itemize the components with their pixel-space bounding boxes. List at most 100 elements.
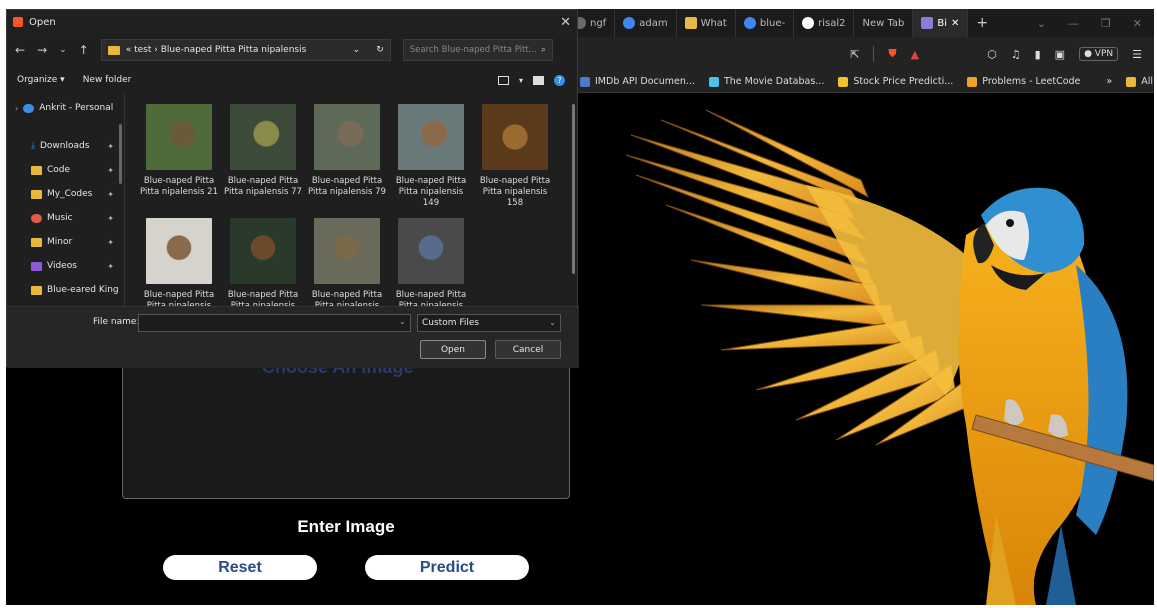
chevron-down-icon[interactable]: ▾ xyxy=(519,76,523,85)
file-thumbnail xyxy=(230,218,296,284)
file-item[interactable]: Blue-naped Pitta Pitta nipalensis 158 xyxy=(475,104,555,209)
folder-icon xyxy=(31,285,42,295)
file-grid-scrollbar[interactable] xyxy=(572,104,575,274)
search-icon: ⌕ xyxy=(540,45,546,55)
search-input[interactable]: Search Blue-naped Pitta Pitt... ⌕ xyxy=(402,39,553,61)
file-item[interactable]: Blue-naped Pitta Pitta nipalensis xyxy=(223,218,303,312)
help-icon[interactable]: ? xyxy=(554,74,565,86)
file-thumbnail xyxy=(146,104,212,170)
expand-icon[interactable]: › xyxy=(15,104,18,113)
sidebar-item-code[interactable]: Code ✦ xyxy=(7,158,124,182)
sidebar-item-my-codes[interactable]: My_Codes ✦ xyxy=(7,182,124,206)
sidebar-item-blue-eared-king[interactable]: Blue-eared King xyxy=(7,278,124,302)
bookmark-favicon-icon xyxy=(967,76,978,87)
address-bar[interactable]: « test › Blue-naped Pitta Pitta nipalens… xyxy=(100,39,391,61)
open-file-dialog: Open ✕ ← → ⌄ ↑ « test › Blue-naped Pitta… xyxy=(6,9,579,368)
file-name: Blue-naped Pitta Pitta nipalensis 158 xyxy=(479,176,551,208)
sidebar-item-music[interactable]: Music ✦ xyxy=(7,206,124,230)
file-thumbnail xyxy=(398,218,464,284)
sidebar-item-videos[interactable]: Videos ✦ xyxy=(7,254,124,278)
brave-shield-icon[interactable]: ⛊ xyxy=(888,47,896,61)
bookmark-item[interactable]: The Movie Databas... xyxy=(708,76,824,87)
tab-close-icon[interactable]: ✕ xyxy=(951,18,959,29)
reset-button[interactable]: Reset xyxy=(163,555,317,580)
file-item[interactable]: Blue-naped Pitta Pitta nipalensis xyxy=(391,218,471,312)
organize-menu[interactable]: Organize ▾ xyxy=(17,75,65,85)
google-icon xyxy=(743,17,756,29)
predict-button[interactable]: Predict xyxy=(365,555,529,580)
open-button[interactable]: Open xyxy=(420,340,486,359)
sidebar-item-minor[interactable]: Minor ✦ xyxy=(7,230,124,254)
minimize-icon[interactable]: — xyxy=(1068,17,1079,30)
view-controls: ▾ ? xyxy=(497,74,577,86)
sidebar-scrollbar[interactable] xyxy=(119,124,122,184)
browser-tab[interactable]: New Tab xyxy=(854,9,914,37)
bookmarks-bar: IMDb API Documen... The Movie Databas...… xyxy=(566,71,1154,93)
chevron-down-icon[interactable]: ⌄ xyxy=(1037,17,1046,30)
media-icon[interactable]: ♫ xyxy=(1011,48,1021,61)
file-thumbnail xyxy=(230,104,296,170)
dialog-title-bar: Open ✕ xyxy=(7,10,577,34)
sidebar-icon[interactable]: ▮ xyxy=(1035,48,1041,61)
new-folder-button[interactable]: New folder xyxy=(83,75,132,85)
file-item[interactable]: Blue-naped Pitta Pitta nipalensis 21 xyxy=(139,104,219,198)
new-tab-button[interactable]: + xyxy=(968,9,996,37)
vpn-button[interactable]: ● VPN xyxy=(1079,47,1119,61)
folder-icon xyxy=(31,237,42,247)
view-mode-icon[interactable] xyxy=(497,75,509,85)
dialog-close-button[interactable]: ✕ xyxy=(560,15,571,30)
file-type-select[interactable]: Custom Files ⌄ xyxy=(417,314,561,332)
file-name: Blue-naped Pitta Pitta nipalensis 77 xyxy=(224,176,302,197)
browser-tab[interactable]: blue- xyxy=(736,9,795,37)
cloud-icon xyxy=(23,103,35,113)
github-icon xyxy=(802,17,815,29)
file-item[interactable]: Blue-naped Pitta Pitta nipalensis 79 xyxy=(307,104,387,198)
file-name: Blue-naped Pitta Pitta nipalensis 149 xyxy=(395,176,467,208)
wallet-icon[interactable]: ▣ xyxy=(1055,48,1065,61)
google-icon xyxy=(623,17,636,29)
folder-icon xyxy=(107,45,120,55)
preview-pane-icon[interactable] xyxy=(533,75,544,85)
browser-tab-active[interactable]: Bi ✕ xyxy=(913,9,969,37)
forward-arrow-icon[interactable]: → xyxy=(37,43,47,57)
dialog-body: › Ankrit - Personal ⤓ Downloads ✦ Code ✦ My_… xyxy=(7,94,579,311)
browser-tab[interactable]: adam xyxy=(615,9,677,37)
close-icon[interactable]: ✕ xyxy=(1133,17,1142,30)
bookmarks-overflow[interactable]: » xyxy=(1106,76,1112,87)
file-item[interactable]: Blue-naped Pitta Pitta nipalensis xyxy=(307,218,387,312)
browser-tab[interactable]: What xyxy=(677,9,736,37)
file-thumbnail xyxy=(314,218,380,284)
share-icon[interactable]: ⇱ xyxy=(850,48,859,61)
bookmark-item[interactable]: IMDb API Documen... xyxy=(580,76,695,87)
bookmark-item[interactable]: Stock Price Predicti... xyxy=(838,76,953,87)
chevron-down-icon[interactable]: ⌄ xyxy=(399,317,406,326)
back-arrow-icon[interactable]: ← xyxy=(15,43,25,57)
brave-rewards-icon[interactable]: ▲ xyxy=(911,48,919,61)
parrot-image xyxy=(625,109,1154,605)
extensions-icon[interactable]: ⬡ xyxy=(987,48,997,61)
window-controls: ⌄ — ❐ ✕ xyxy=(1037,17,1154,30)
file-item[interactable]: Blue-naped Pitta Pitta nipalensis xyxy=(139,218,219,312)
chevron-down-icon[interactable]: ⌄ xyxy=(353,45,361,55)
sidebar-item-downloads[interactable]: ⤓ Downloads ✦ xyxy=(7,134,124,158)
menu-icon[interactable]: ☰ xyxy=(1132,48,1142,61)
folder-icon xyxy=(31,189,42,199)
file-thumbnail xyxy=(482,104,548,170)
up-arrow-icon[interactable]: ↑ xyxy=(79,43,89,57)
all-bookmarks[interactable]: All Bookmarks xyxy=(1126,76,1154,87)
refresh-icon[interactable]: ↻ xyxy=(376,45,384,55)
recent-dropdown-icon[interactable]: ⌄ xyxy=(59,45,67,55)
cancel-button[interactable]: Cancel xyxy=(495,340,561,359)
file-item[interactable]: Blue-naped Pitta Pitta nipalensis 77 xyxy=(223,104,303,198)
breadcrumb: « test › Blue-naped Pitta Pitta nipalens… xyxy=(125,45,307,55)
bookmark-favicon-icon xyxy=(838,76,849,87)
browser-tab[interactable]: risal2 xyxy=(794,9,855,37)
maximize-icon[interactable]: ❐ xyxy=(1101,17,1111,30)
pin-icon: ✦ xyxy=(107,261,114,271)
bookmark-item[interactable]: Problems - LeetCode xyxy=(967,76,1080,87)
file-item[interactable]: Blue-naped Pitta Pitta nipalensis 149 xyxy=(391,104,471,209)
bookmark-favicon-icon xyxy=(580,76,590,87)
sidebar-item-onedrive[interactable]: › Ankrit - Personal xyxy=(7,96,124,120)
file-name-label: File name: xyxy=(93,317,140,327)
file-name-input[interactable] xyxy=(138,314,411,332)
